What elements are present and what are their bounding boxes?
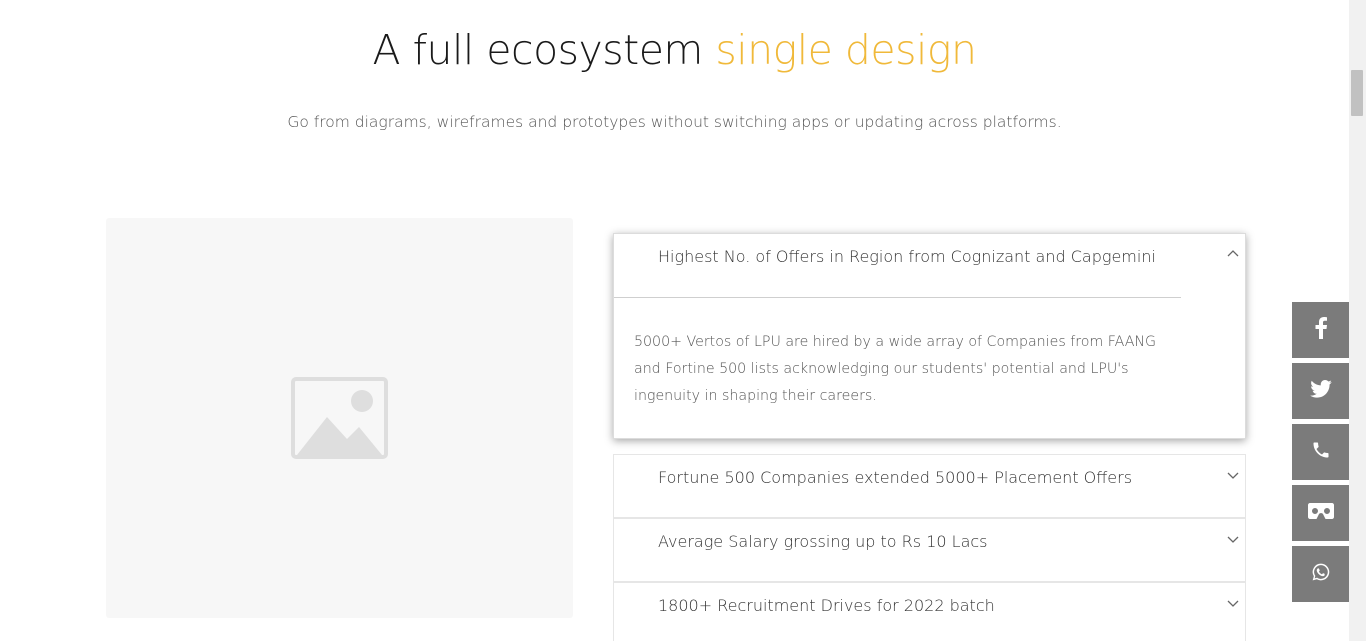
chevron-up-icon[interactable] bbox=[1227, 244, 1239, 257]
image-panel bbox=[106, 218, 573, 618]
facebook-button[interactable] bbox=[1292, 302, 1349, 358]
twitter-icon bbox=[1309, 380, 1332, 402]
whatsapp-button[interactable] bbox=[1292, 546, 1349, 602]
accordion-item-offers[interactable]: Highest No. of Offers in Region from Cog… bbox=[613, 233, 1246, 439]
phone-button[interactable] bbox=[1292, 424, 1349, 480]
accordion-item-title[interactable]: Highest No. of Offers in Region from Cog… bbox=[658, 247, 1156, 266]
phone-icon bbox=[1311, 440, 1331, 464]
section-subheading: Go from diagrams, wireframes and prototy… bbox=[287, 113, 1062, 131]
chevron-down-icon[interactable] bbox=[1227, 529, 1239, 543]
accordion-item-salary[interactable]: Average Salary grossing up to Rs 10 Lacs bbox=[613, 518, 1246, 582]
accordion-item-fortune500[interactable]: Fortune 500 Companies extended 5000+ Pla… bbox=[613, 454, 1246, 518]
vr-headset-icon bbox=[1307, 503, 1334, 523]
vr-tour-button[interactable] bbox=[1292, 485, 1349, 541]
heading-main: A full ecosystem bbox=[372, 26, 703, 74]
scrollbar-thumb[interactable] bbox=[1351, 70, 1363, 116]
page-scrollbar[interactable] bbox=[1349, 0, 1366, 641]
accordion-item-title[interactable]: 1800+ Recruitment Drives for 2022 batch bbox=[658, 596, 1155, 615]
accordion-item-title[interactable]: Average Salary grossing up to Rs 10 Lacs bbox=[658, 532, 1155, 551]
accordion-item-body: 5000+ Vertos of LPU are hired by a wide … bbox=[634, 334, 1157, 404]
chevron-down-icon[interactable] bbox=[1227, 593, 1239, 607]
accordion-item-recruitment[interactable]: 1800+ Recruitment Drives for 2022 batch bbox=[613, 582, 1246, 641]
heading-accent: single design bbox=[715, 26, 977, 74]
facebook-icon bbox=[1314, 317, 1328, 343]
chevron-down-icon[interactable] bbox=[1227, 465, 1239, 479]
twitter-button[interactable] bbox=[1292, 363, 1349, 419]
accordion-item-title[interactable]: Fortune 500 Companies extended 5000+ Pla… bbox=[658, 468, 1155, 487]
whatsapp-icon bbox=[1311, 562, 1331, 586]
accordion-divider bbox=[614, 297, 1181, 298]
section-heading: A full ecosystem single design bbox=[0, 26, 1349, 74]
image-placeholder-icon bbox=[291, 377, 388, 463]
